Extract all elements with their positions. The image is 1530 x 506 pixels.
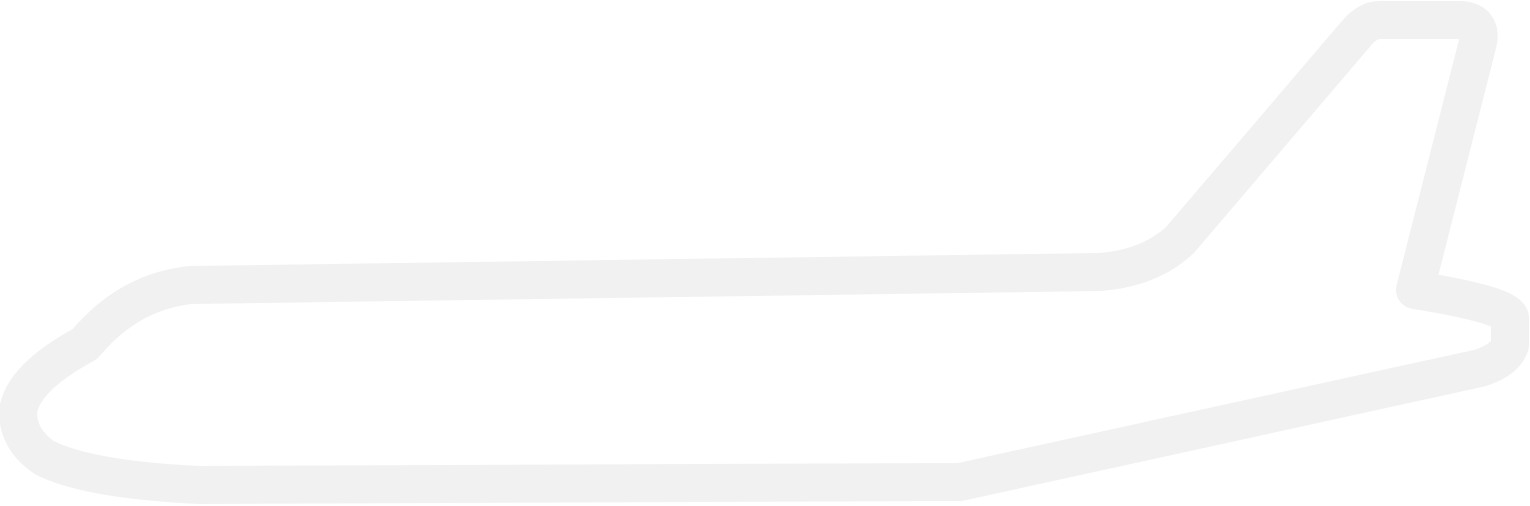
airplane-fuselage-outline [0,1,1529,504]
airplane-outline-icon [0,1,1529,504]
airplane-graphic-stage [0,0,1530,506]
